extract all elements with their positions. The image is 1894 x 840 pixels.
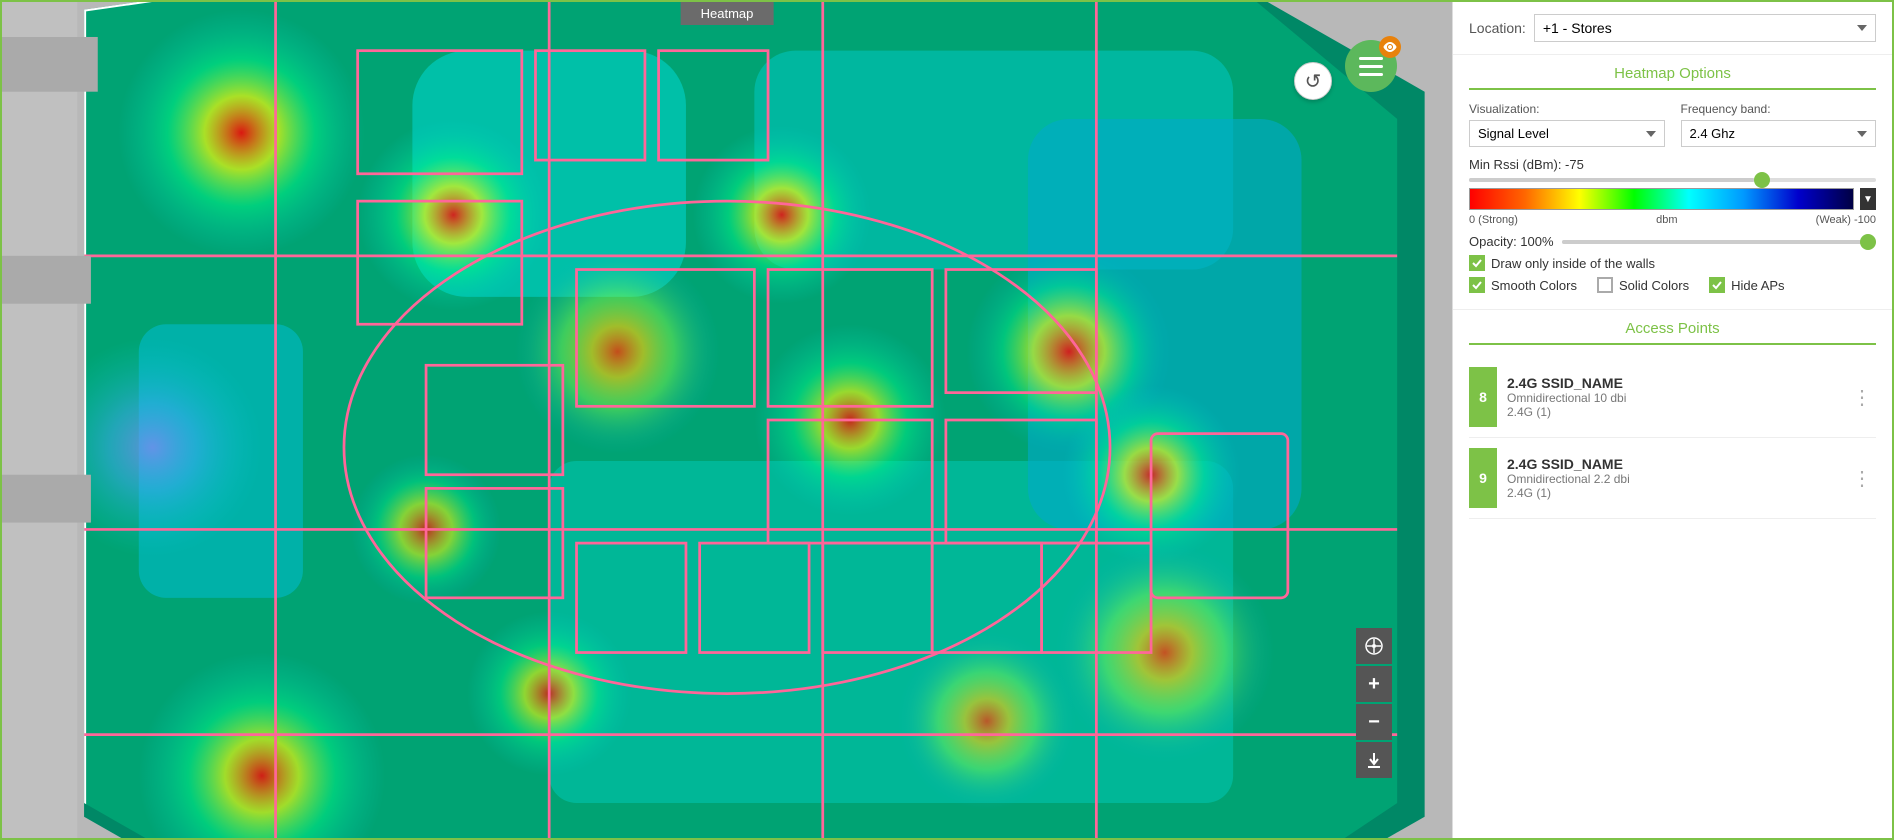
download-icon <box>1365 751 1383 769</box>
right-panel: Location: +1 - Stores Ground Floor Secon… <box>1452 2 1892 838</box>
heatmap-options-title: Heatmap Options <box>1469 65 1876 90</box>
opacity-label: Opacity: 100% <box>1469 234 1554 249</box>
frequency-group: Frequency band: 2.4 Ghz 5 Ghz All <box>1681 102 1877 147</box>
color-gradient-row: ▼ <box>1469 188 1876 210</box>
solid-colors-group: Solid Colors <box>1597 277 1689 293</box>
viz-freq-row: Visualization: Signal Level Signal-to-No… <box>1469 102 1876 147</box>
rssi-slider-track[interactable] <box>1469 178 1876 182</box>
ap-name-8: 2.4G SSID_NAME <box>1507 375 1838 391</box>
rssi-slider-row <box>1469 178 1876 182</box>
frequency-label: Frequency band: <box>1681 102 1877 116</box>
draw-inside-checkbox[interactable] <box>1469 255 1485 271</box>
download-button[interactable] <box>1356 742 1392 778</box>
draw-inside-label: Draw only inside of the walls <box>1491 256 1655 271</box>
draw-inside-group: Draw only inside of the walls <box>1469 255 1655 271</box>
map-area: Heatmap <box>2 2 1452 838</box>
heatmap-options-section: Heatmap Options Visualization: Signal Le… <box>1453 55 1892 310</box>
zoom-in-button[interactable]: + <box>1356 666 1392 702</box>
ap-menu-9[interactable]: ⋮ <box>1848 462 1876 495</box>
eye-icon <box>1383 42 1397 52</box>
smooth-colors-group: Smooth Colors <box>1469 277 1577 293</box>
ap-antenna-9: Omnidirectional 2.2 dbi <box>1507 472 1838 486</box>
visualization-select[interactable]: Signal Level Signal-to-Noise Ratio Cover… <box>1469 120 1665 147</box>
location-select[interactable]: +1 - Stores Ground Floor Second Floor <box>1534 14 1876 42</box>
ap-badge-9: 9 <box>1469 448 1497 508</box>
ap-name-9: 2.4G SSID_NAME <box>1507 456 1838 472</box>
ap-info-8: 2.4G SSID_NAME Omnidirectional 10 dbi 2.… <box>1507 375 1838 419</box>
smooth-colors-checkbox[interactable] <box>1469 277 1485 293</box>
ap-band-9: 2.4G (1) <box>1507 486 1838 500</box>
ap-info-9: 2.4G SSID_NAME Omnidirectional 2.2 dbi 2… <box>1507 456 1838 500</box>
compass-button[interactable] <box>1356 628 1392 664</box>
gradient-labels: 0 (Strong) dbm (Weak) -100 <box>1469 214 1876 226</box>
hamburger-line-2 <box>1359 65 1383 68</box>
location-row: Location: +1 - Stores Ground Floor Secon… <box>1453 2 1892 55</box>
compass-icon <box>1365 637 1383 655</box>
gradient-right-label: (Weak) -100 <box>1816 214 1876 226</box>
draw-inside-row: Draw only inside of the walls <box>1469 255 1876 271</box>
smooth-check-icon <box>1472 280 1482 290</box>
solid-colors-label: Solid Colors <box>1619 278 1689 293</box>
ap-item-9: 9 2.4G SSID_NAME Omnidirectional 2.2 dbi… <box>1469 438 1876 519</box>
min-rssi-row: Min Rssi (dBm): -75 <box>1469 157 1876 172</box>
visualization-label: Visualization: <box>1469 102 1665 116</box>
app-container: Heatmap <box>0 0 1894 840</box>
gradient-center-label: dbm <box>1656 214 1677 226</box>
heatmap-tab: Heatmap <box>681 2 774 25</box>
gradient-left-label: 0 (Strong) <box>1469 214 1518 226</box>
visualization-group: Visualization: Signal Level Signal-to-No… <box>1469 102 1665 147</box>
gradient-arrow[interactable]: ▼ <box>1860 188 1876 210</box>
ap-badge-8: 8 <box>1469 367 1497 427</box>
hide-aps-group: Hide APs <box>1709 277 1784 293</box>
hamburger-line-3 <box>1359 73 1383 76</box>
menu-button-wrapper <box>1345 40 1397 92</box>
opacity-slider-row: Opacity: 100% <box>1469 234 1876 249</box>
hide-aps-label: Hide APs <box>1731 278 1784 293</box>
ap-band-8: 2.4G (1) <box>1507 405 1838 419</box>
smooth-colors-label: Smooth Colors <box>1491 278 1577 293</box>
access-points-section: Access Points 8 2.4G SSID_NAME Omnidirec… <box>1453 310 1892 838</box>
undo-button[interactable]: ↺ <box>1294 62 1332 100</box>
frequency-select[interactable]: 2.4 Ghz 5 Ghz All <box>1681 120 1877 147</box>
opacity-slider-track[interactable] <box>1562 240 1876 244</box>
heatmap-svg <box>2 2 1452 838</box>
color-options-row: Smooth Colors Solid Colors Hide APs <box>1469 277 1876 293</box>
ap-antenna-8: Omnidirectional 10 dbi <box>1507 391 1838 405</box>
access-points-title: Access Points <box>1469 320 1876 345</box>
hide-aps-checkbox[interactable] <box>1709 277 1725 293</box>
hamburger-line-1 <box>1359 57 1383 60</box>
ap-menu-8[interactable]: ⋮ <box>1848 381 1876 414</box>
location-label: Location: <box>1469 20 1526 36</box>
color-gradient <box>1469 188 1854 210</box>
menu-button-container <box>1345 40 1397 92</box>
min-rssi-label: Min Rssi (dBm): -75 <box>1469 157 1584 172</box>
eye-badge <box>1379 36 1401 58</box>
checkmark-icon <box>1472 258 1482 268</box>
solid-colors-checkbox[interactable] <box>1597 277 1613 293</box>
ap-item-8: 8 2.4G SSID_NAME Omnidirectional 10 dbi … <box>1469 357 1876 438</box>
zoom-out-button[interactable]: − <box>1356 704 1392 740</box>
map-controls: + − <box>1356 628 1392 778</box>
hide-aps-check-icon <box>1712 280 1722 290</box>
